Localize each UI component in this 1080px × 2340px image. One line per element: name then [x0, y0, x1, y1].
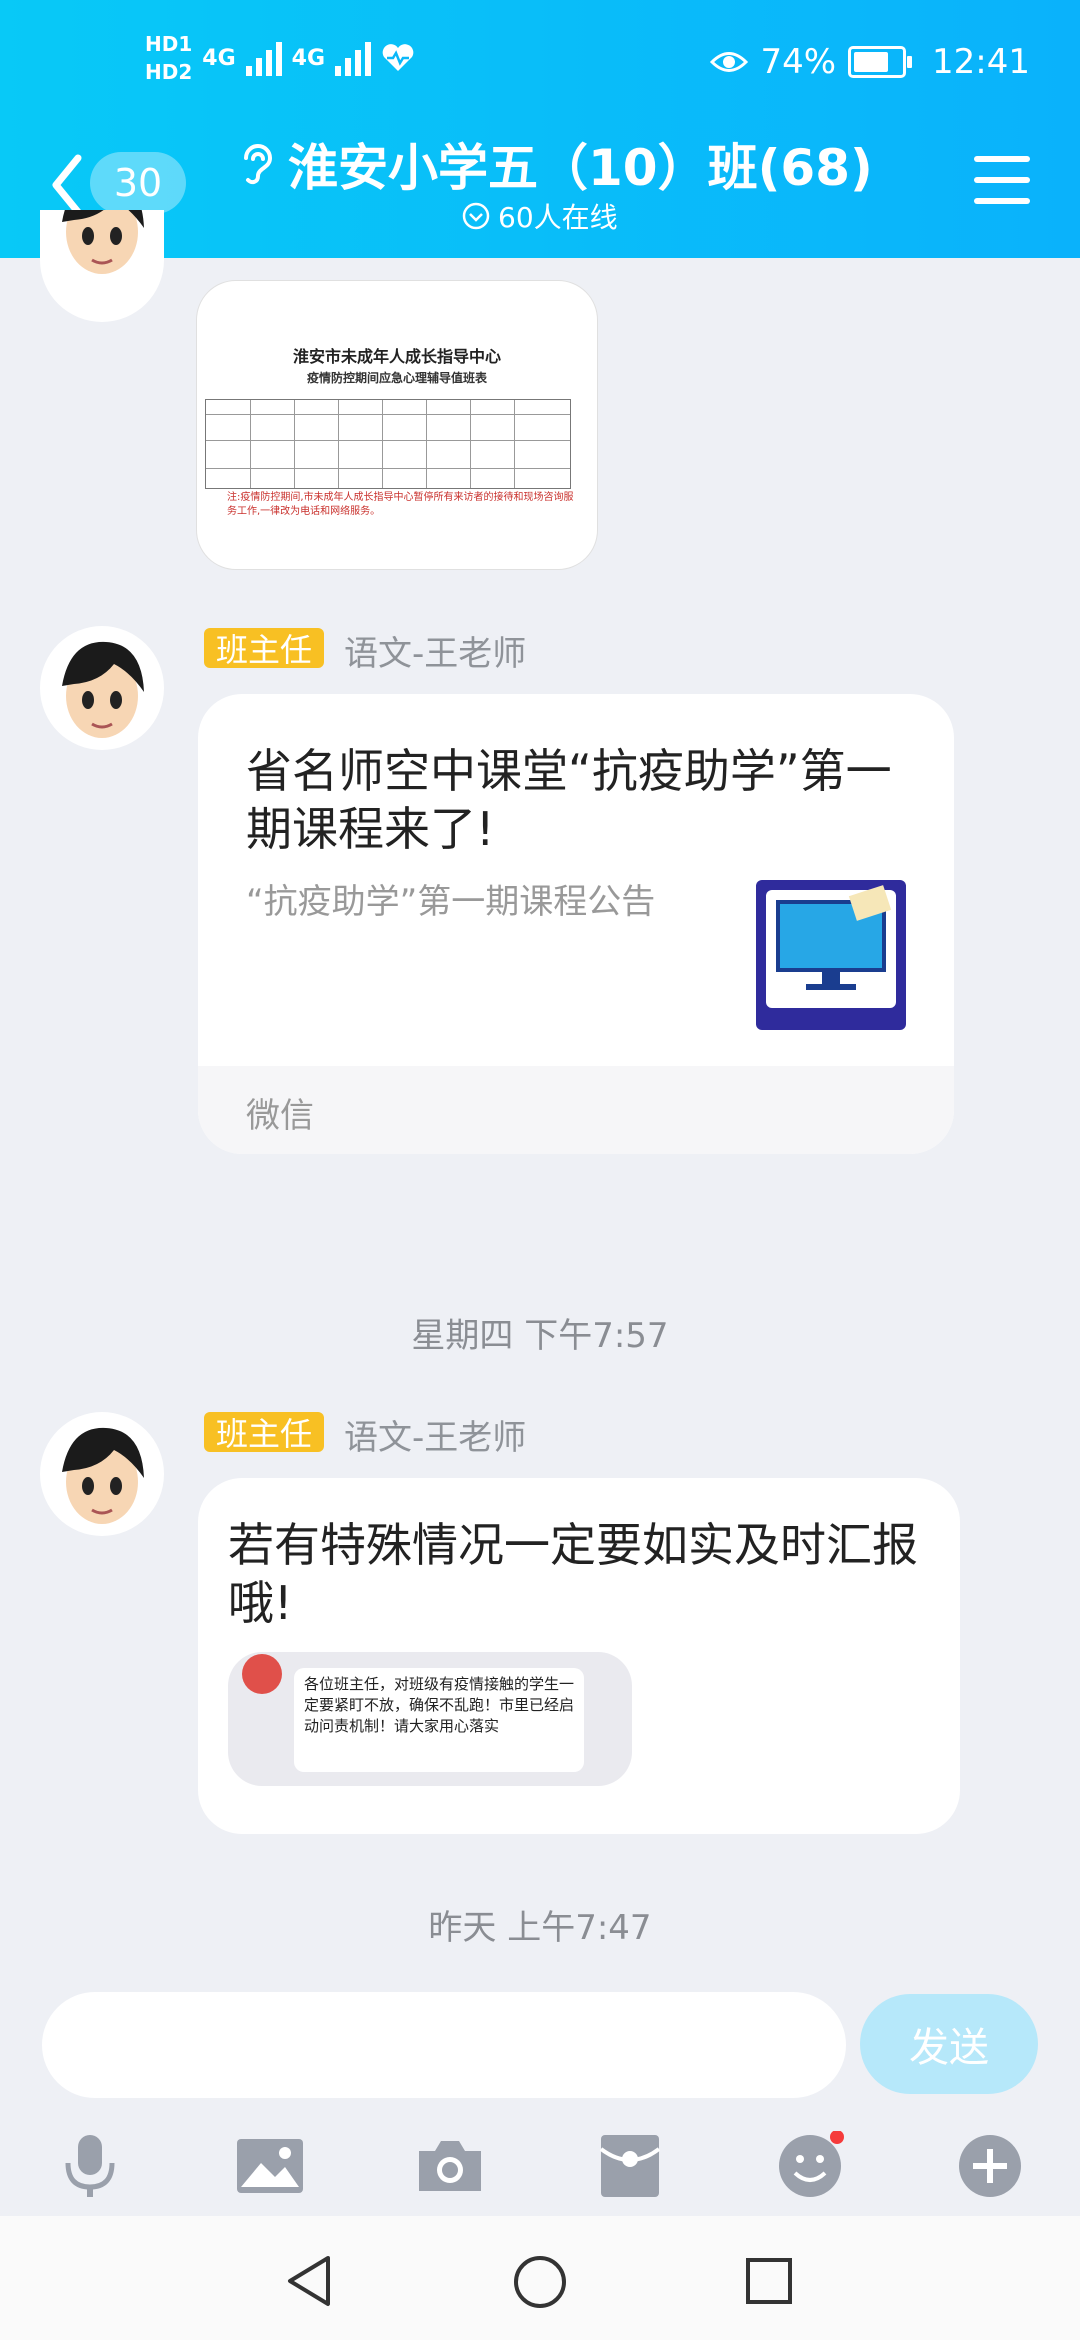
chevron-down-circle-icon — [462, 202, 490, 230]
avatar[interactable] — [40, 210, 164, 322]
card-footer: 微信 — [198, 1066, 954, 1154]
schedule-table — [205, 399, 571, 489]
link-card[interactable]: 省名师空中课堂“抗疫助学”第一期课程来了! “抗疫助学”第一期课程公告 微信 — [198, 694, 954, 1154]
system-nav-bar — [0, 2216, 1080, 2340]
card-source: 微信 — [246, 1096, 314, 1136]
network-label-2: 4G — [291, 45, 326, 71]
image-message[interactable]: 淮安市未成年人成长指导中心 疫情防控期间应急心理辅导值班表 注:疫情防控期间,市… — [196, 280, 598, 570]
sender-name[interactable]: 语文-王老师 — [344, 1410, 526, 1459]
card-title: 省名师空中课堂“抗疫助学”第一期课程来了! — [246, 744, 892, 856]
nav-back-icon[interactable] — [284, 2254, 334, 2308]
group-title[interactable]: 淮安小学五（10）班(68) — [240, 128, 873, 200]
timestamp: 昨天 上午7:47 — [428, 1908, 652, 1948]
nav-recents-icon[interactable] — [744, 2256, 794, 2306]
microphone-icon[interactable] — [52, 2128, 128, 2204]
clock: 12:41 — [932, 42, 1030, 82]
send-button[interactable]: 发送 — [860, 1994, 1038, 2094]
image-note: 注:疫情防控期间,市未成年人成长指导中心暂停所有来访者的接待和现场咨询服务工作,… — [227, 492, 574, 517]
status-left: HD1 HD2 4G 4G — [145, 32, 415, 84]
signal-icon-2 — [335, 40, 372, 76]
role-tag: 班主任 — [204, 628, 325, 669]
plus-icon[interactable] — [952, 2128, 1028, 2204]
battery-fill — [854, 52, 889, 72]
message-input[interactable] — [42, 1992, 846, 2098]
camera-icon[interactable] — [412, 2128, 488, 2204]
quote-text: 各位班主任，对班级有疫情接触的学生一定要紧盯不放，确保不乱跑！市里已经启动问责机… — [294, 1668, 584, 1772]
quote-avatar — [242, 1654, 282, 1694]
status-right: 74% 12:41 — [710, 42, 1030, 82]
eye-icon — [710, 52, 749, 72]
menu-icon[interactable] — [974, 156, 1030, 204]
timestamp: 星期四 下午7:57 — [411, 1316, 669, 1356]
input-toolbar — [0, 2110, 1080, 2220]
unread-count-badge[interactable]: 30 — [90, 152, 186, 214]
image-subtitle: 疫情防控期间应急心理辅导值班表 — [306, 371, 487, 385]
avatar[interactable] — [40, 1412, 164, 1536]
hd-indicators: HD1 HD2 — [145, 32, 192, 84]
text-message-bubble[interactable]: 若有特殊情况一定要如实及时汇报哦! 各位班主任，对班级有疫情接触的学生一定要紧盯… — [198, 1478, 960, 1834]
card-thumbnail — [756, 880, 906, 1030]
message-text: 若有特殊情况一定要如实及时汇报哦! — [228, 1518, 918, 1630]
emoji-icon[interactable] — [772, 2128, 848, 2204]
role-tag: 班主任 — [204, 1412, 325, 1453]
avatar[interactable] — [40, 626, 164, 750]
online-count[interactable]: 60人在线 — [462, 196, 618, 236]
status-bar: HD1 HD2 4G 4G 74% 12:41 — [0, 0, 1080, 130]
online-count-text: 60人在线 — [498, 201, 618, 234]
image-icon[interactable] — [232, 2128, 308, 2204]
hd1-label: HD1 — [145, 32, 193, 56]
signal-icon — [245, 40, 282, 76]
image-title: 淮安市未成年人成长指导中心 — [292, 347, 501, 366]
card-subtitle: “抗疫助学”第一期课程公告 — [246, 882, 656, 922]
battery-percent: 74% — [760, 42, 837, 82]
quoted-image[interactable]: 各位班主任，对班级有疫情接触的学生一定要紧盯不放，确保不乱跑！市里已经启动问责机… — [228, 1652, 632, 1786]
group-title-text: 淮安小学五（10）班(68) — [288, 139, 873, 197]
battery-icon — [848, 46, 913, 78]
sender-name[interactable]: 语文-王老师 — [344, 626, 526, 675]
red-packet-icon[interactable] — [592, 2128, 668, 2204]
ear-icon[interactable] — [240, 142, 272, 186]
hd2-label: HD2 — [145, 60, 193, 84]
network-label-1: 4G — [202, 45, 236, 71]
nav-home-icon[interactable] — [512, 2254, 568, 2310]
heart-rate-icon — [382, 44, 414, 71]
